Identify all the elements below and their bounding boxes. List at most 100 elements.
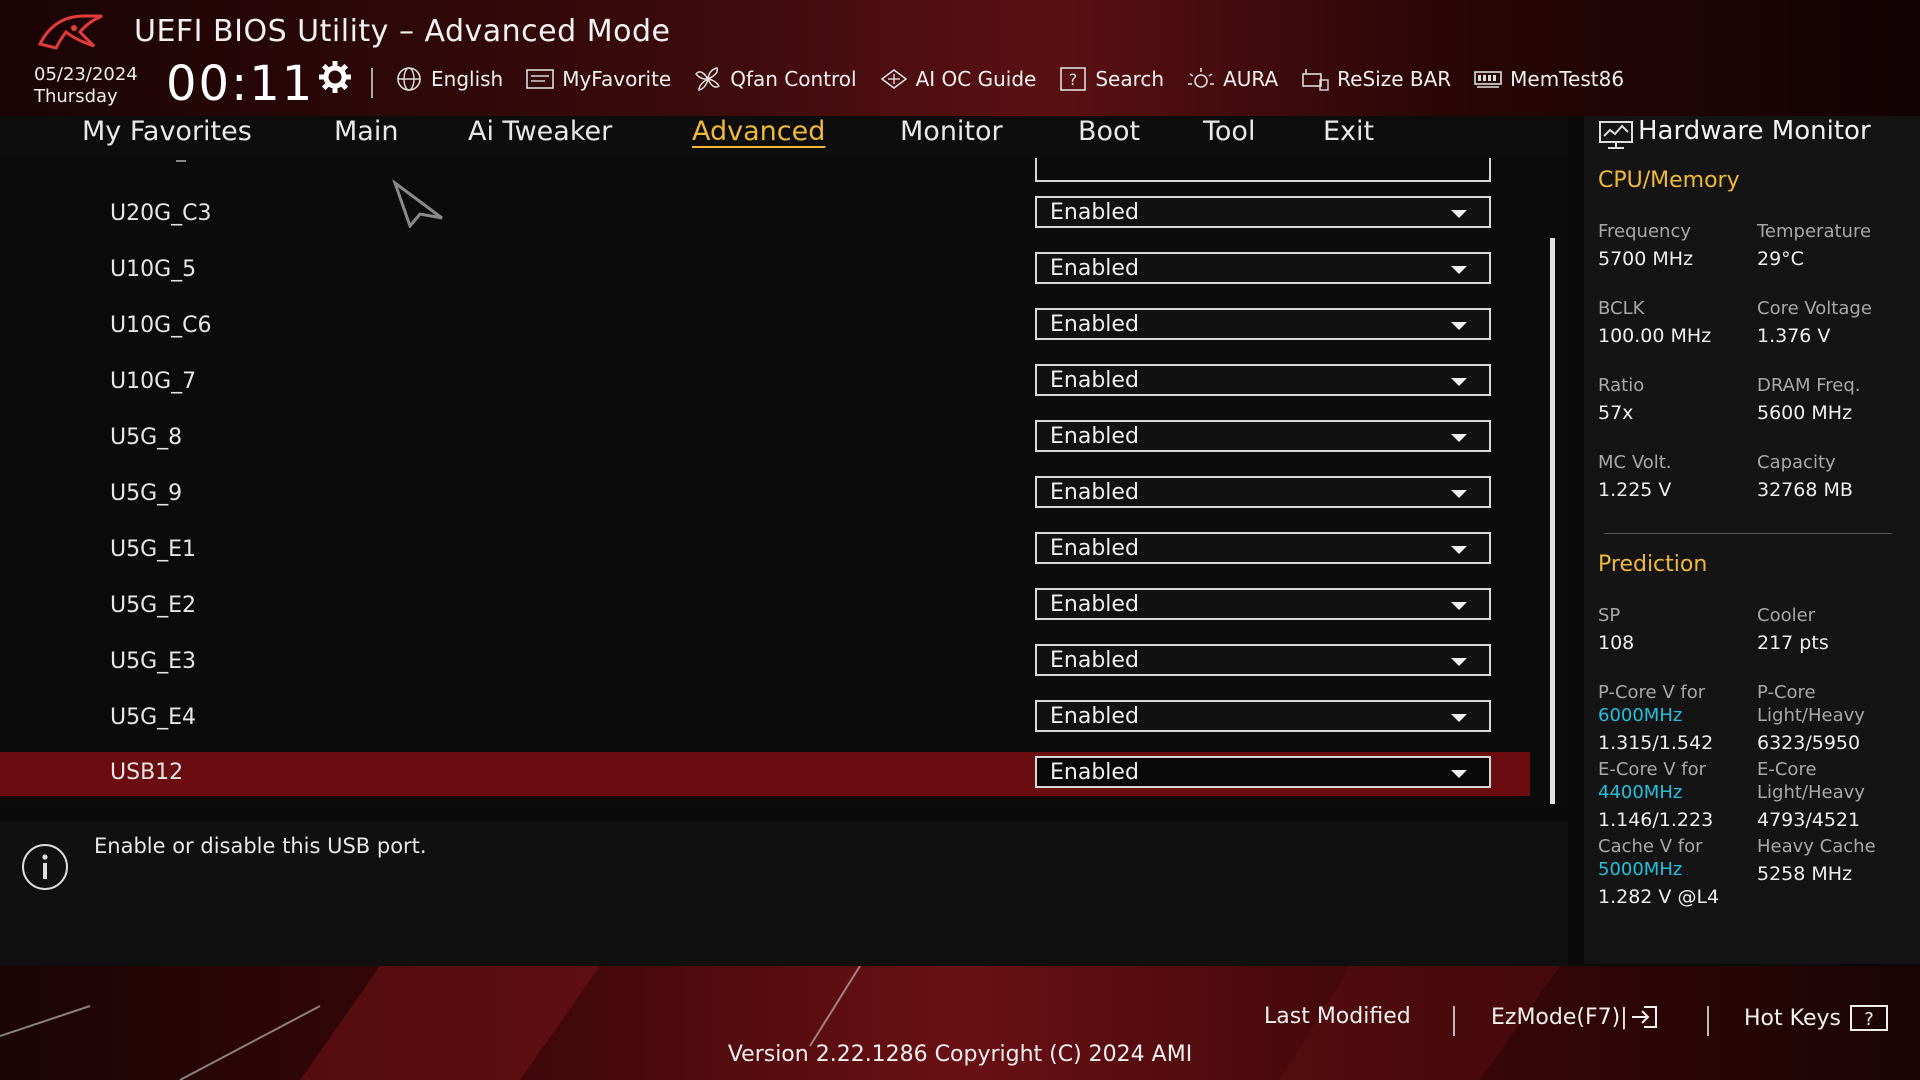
setting-dropdown[interactable]: Enabled	[1035, 196, 1491, 228]
dropdown-arrow-icon	[1451, 602, 1467, 610]
toolbar-aioc-button[interactable]: AI OC Guide	[879, 66, 1037, 92]
header-separator	[371, 68, 373, 98]
tab-my-favorites[interactable]: My Favorites	[82, 116, 252, 147]
setting-dropdown[interactable]: Enabled	[1035, 308, 1491, 340]
mouse-cursor-icon	[392, 180, 443, 228]
capacity-value: 32768 MB	[1757, 479, 1853, 501]
help-key-icon: ?	[1849, 1005, 1888, 1031]
setting-dropdown[interactable]: Enabled	[1035, 476, 1491, 508]
scrollbar[interactable]	[1550, 238, 1555, 804]
ecore-v-value: 1.146/1.223	[1598, 809, 1714, 831]
hardware-monitor-panel: Hardware Monitor CPU/Memory Frequency 57…	[1584, 116, 1920, 964]
toolbar-resizebar-button[interactable]: ReSize BAR	[1300, 66, 1451, 92]
pcore-v-value: 1.315/1.542	[1598, 732, 1714, 754]
toolbar-memtest-button[interactable]: MemTest86	[1473, 66, 1624, 92]
toolbar-myfavorite-button[interactable]: MyFavorite	[525, 66, 671, 92]
tab-main[interactable]: Main	[334, 116, 398, 147]
resize-bar-icon	[1302, 69, 1329, 91]
setting-dropdown[interactable]: Enabled	[1035, 756, 1491, 788]
tab-boot[interactable]: Boot	[1078, 116, 1140, 147]
frequency-label: Frequency	[1598, 221, 1691, 242]
ezmode-button[interactable]: EzMode(F7)|	[1491, 1004, 1660, 1030]
gear-icon[interactable]	[318, 60, 352, 94]
temperature-label: Temperature	[1757, 221, 1872, 242]
setting-dropdown[interactable]: Enabled	[1035, 644, 1491, 676]
main-nav: My Favorites Main Ai Tweaker Advanced Mo…	[0, 116, 1568, 158]
setting-row-u10g-c6[interactable]: U10G_C6 Enabled	[0, 306, 1530, 350]
setting-row-u10g-7[interactable]: U10G_7 Enabled	[0, 362, 1530, 406]
setting-dropdown[interactable]: Enabled	[1035, 700, 1491, 732]
setting-row-u5g-9[interactable]: U5G_9 Enabled	[0, 474, 1530, 518]
toolbar-english-button[interactable]: English	[394, 66, 503, 92]
dropdown-value: Enabled	[1050, 536, 1139, 561]
memory-icon	[1474, 71, 1502, 88]
setting-dropdown[interactable]: Enabled	[1035, 252, 1491, 284]
tab-monitor[interactable]: Monitor	[900, 116, 1003, 147]
dropdown-arrow-icon	[1451, 378, 1467, 386]
setting-row-u5g-8[interactable]: U5G_8 Enabled	[0, 418, 1530, 462]
help-search-icon: ?	[1060, 67, 1087, 91]
tab-tool[interactable]: Tool	[1203, 116, 1255, 147]
setting-row-u5g-e1[interactable]: U5G_E1 Enabled	[0, 530, 1530, 574]
pcore-lh-value: 6323/5950	[1757, 732, 1861, 754]
partial-select-box	[1035, 158, 1491, 182]
ecore-lh-value: 4793/4521	[1757, 809, 1861, 831]
setting-dropdown[interactable]: Enabled	[1035, 588, 1491, 620]
info-icon	[22, 844, 68, 890]
pcore-v-freq: 6000MHz	[1598, 705, 1683, 726]
setting-dropdown[interactable]: Enabled	[1035, 532, 1491, 564]
heavy-cache-label: Heavy Cache	[1757, 836, 1876, 857]
footer-bar: Last Modified EzMode(F7)| Hot Keys ? Ver…	[0, 966, 1920, 1080]
tab-advanced[interactable]: Advanced	[692, 116, 825, 147]
setting-dropdown[interactable]: Enabled	[1035, 420, 1491, 452]
dram-freq-label: DRAM Freq.	[1757, 375, 1861, 396]
setting-dropdown[interactable]: Enabled	[1035, 364, 1491, 396]
cache-v-value: 1.282 V @L4	[1598, 886, 1720, 908]
mc-volt-value: 1.225 V	[1598, 479, 1672, 501]
sp-label: SP	[1598, 605, 1621, 626]
tab-exit[interactable]: Exit	[1323, 116, 1374, 147]
tab-ai-tweaker[interactable]: Ai Tweaker	[468, 116, 612, 147]
bclk-label: BCLK	[1598, 298, 1645, 319]
dropdown-arrow-icon	[1451, 714, 1467, 722]
setting-row-u5g-e3[interactable]: U5G_E3 Enabled	[0, 642, 1530, 686]
toolbar-aioc-label: AI OC Guide	[915, 67, 1037, 91]
toolbar-qfan-label: Qfan Control	[730, 67, 857, 91]
toolbar-search-label: Search	[1095, 67, 1165, 91]
setting-label: U5G_E1	[110, 537, 197, 562]
setting-row-u5g-e2[interactable]: U5G_E2 Enabled	[0, 586, 1530, 630]
hardware-monitor-divider	[1604, 533, 1892, 534]
setting-row-u20g-c3[interactable]: U20G_C3 Enabled	[0, 194, 1530, 238]
top-header: UEFI BIOS Utility – Advanced Mode 05/23/…	[0, 0, 1920, 116]
help-text: Enable or disable this USB port.	[94, 834, 427, 858]
cpu-memory-section-title: CPU/Memory	[1598, 168, 1740, 193]
monitor-icon	[1599, 121, 1633, 149]
setting-label: USB12	[110, 760, 184, 785]
setting-label: U5G_9	[110, 481, 183, 506]
setting-label: U5G_E3	[110, 649, 197, 674]
capacity-label: Capacity	[1757, 452, 1836, 473]
svg-text:?: ?	[1864, 1009, 1874, 1030]
fan-icon	[695, 67, 721, 91]
setting-row-usb12[interactable]: USB12 Enabled	[0, 752, 1530, 796]
hot-keys-button[interactable]: Hot Keys ?	[1744, 1004, 1889, 1032]
date-text: 05/23/2024	[34, 64, 138, 85]
ecore-lh-label: E-Core	[1757, 759, 1817, 780]
toolbar-qfan-button[interactable]: Qfan Control	[693, 66, 857, 92]
hot-keys-label: Hot Keys	[1744, 1005, 1841, 1031]
svg-text:?: ?	[1069, 70, 1078, 89]
setting-row-u10g-5[interactable]: U10G_5 Enabled	[0, 250, 1530, 294]
dropdown-arrow-icon	[1451, 210, 1467, 218]
cooler-value: 217 pts	[1757, 632, 1829, 654]
setting-row-u5g-e4[interactable]: U5G_E4 Enabled	[0, 698, 1530, 742]
toolbar-search-button[interactable]: ? Search	[1058, 66, 1164, 92]
dropdown-arrow-icon	[1451, 490, 1467, 498]
dropdown-value: Enabled	[1050, 480, 1139, 505]
toolbar-aura-label: AURA	[1223, 67, 1279, 91]
ai-chip-icon	[880, 69, 907, 89]
toolbar-aura-button[interactable]: AURA	[1186, 66, 1278, 92]
cache-v-label: Cache V for	[1598, 836, 1703, 857]
last-modified-button[interactable]: Last Modified	[1264, 1004, 1411, 1029]
setting-label: U20G_C3	[110, 201, 212, 226]
toolbar-english-label: English	[431, 67, 504, 91]
